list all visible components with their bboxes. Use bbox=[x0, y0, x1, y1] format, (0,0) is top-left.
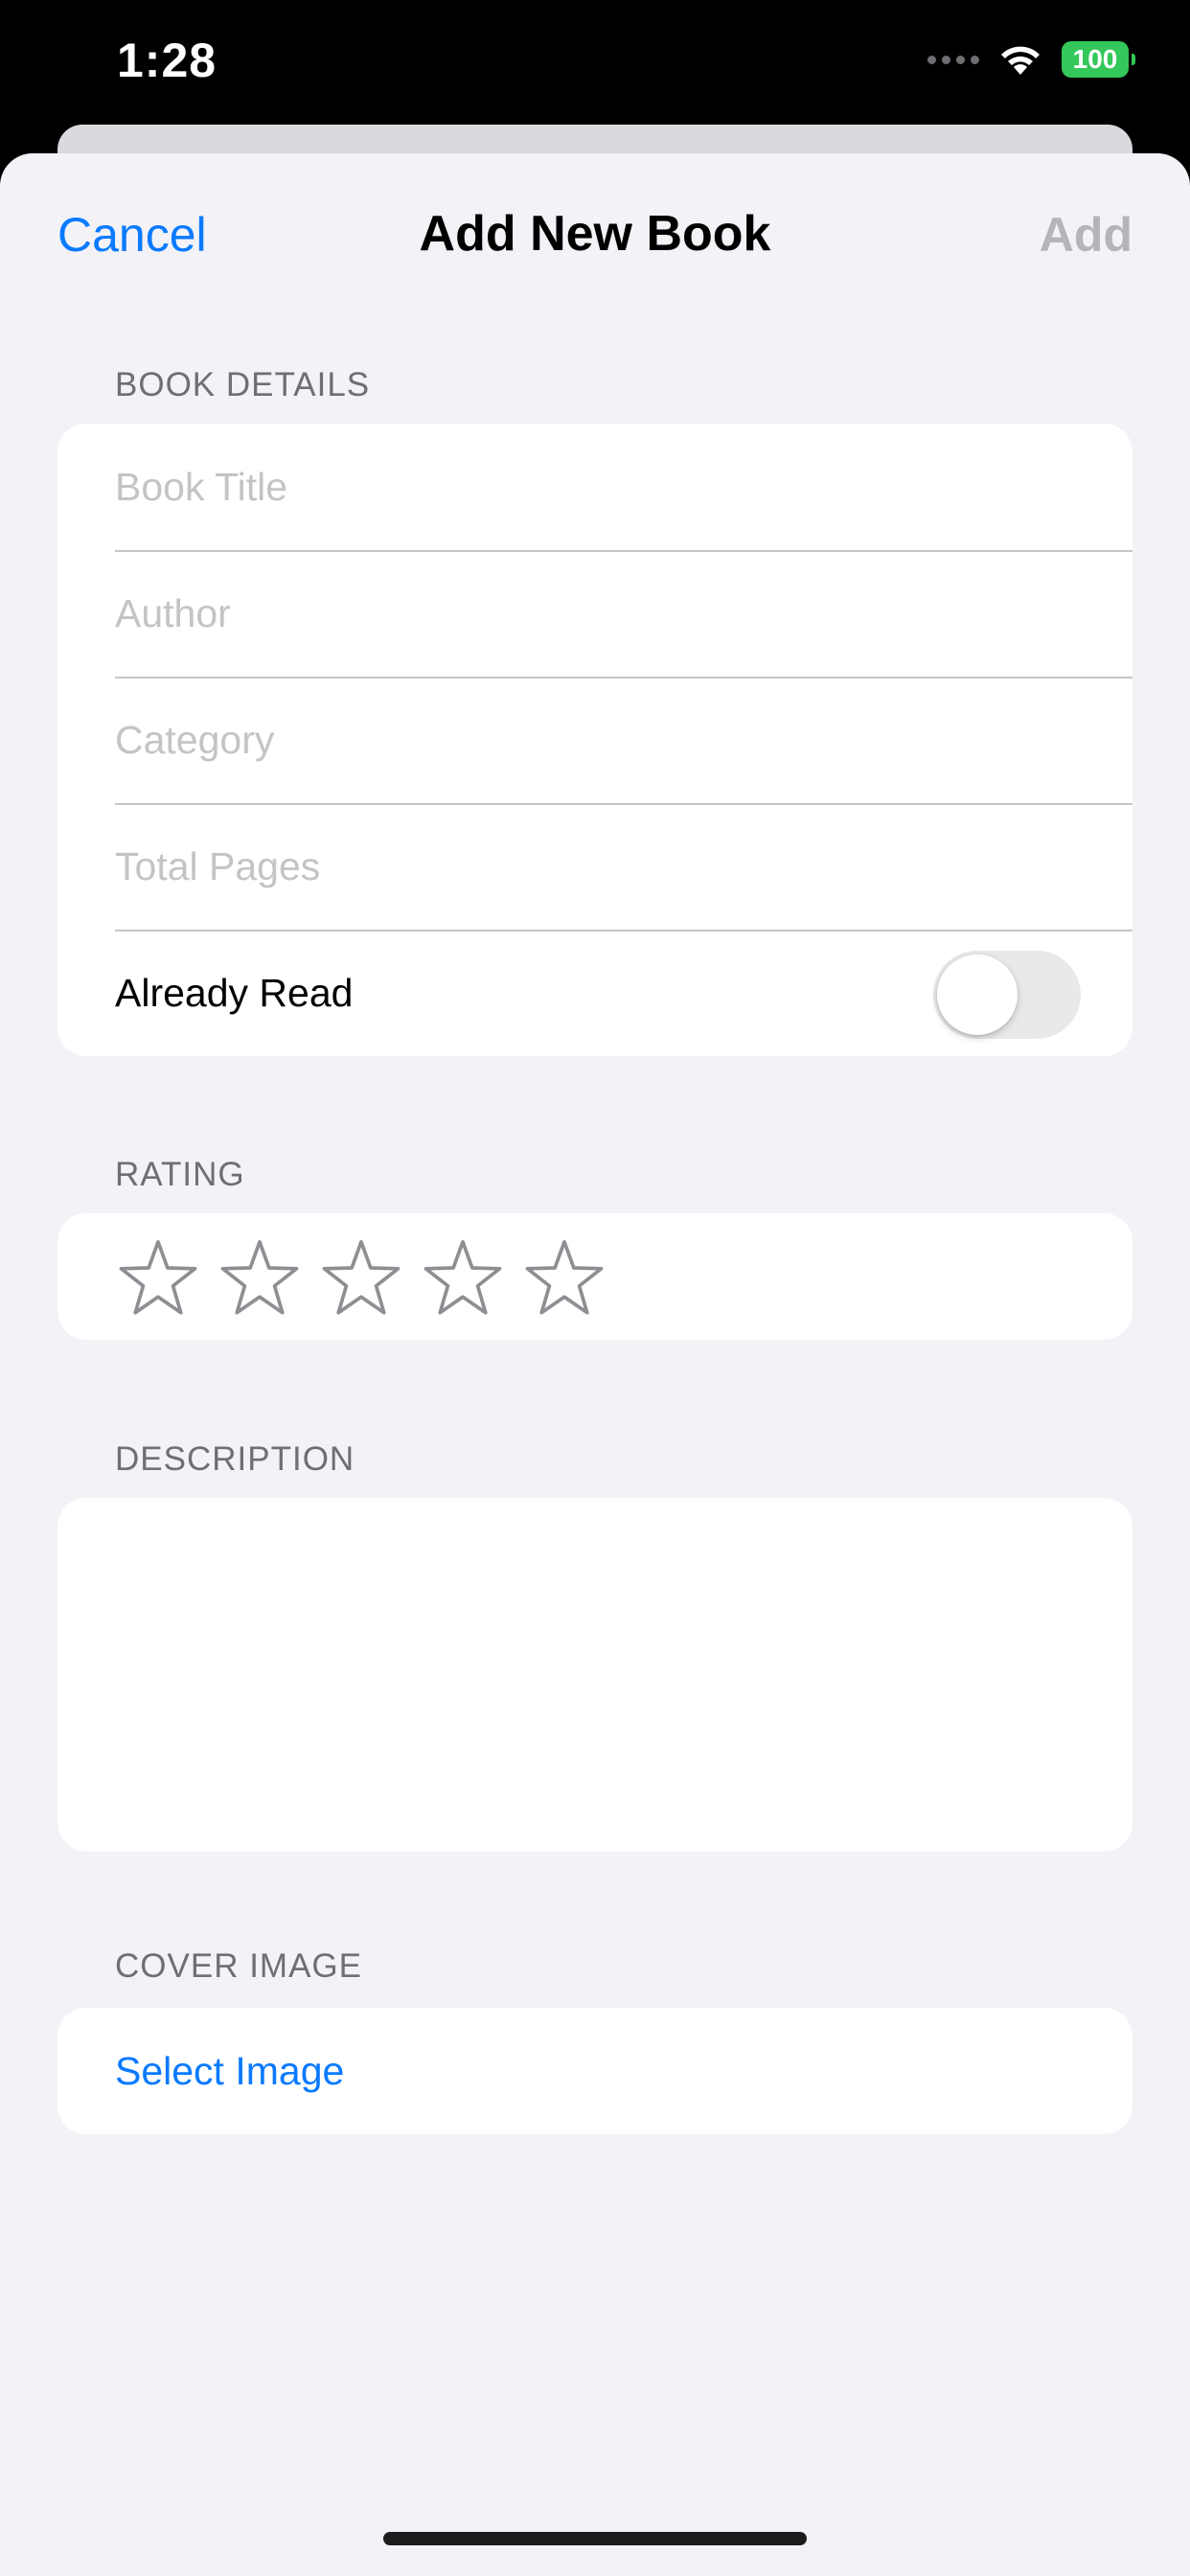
screen: 1:28 100 Cancel Add New Book Add BOOK DE… bbox=[0, 0, 1190, 2576]
already-read-row: Already Read bbox=[57, 930, 1133, 1056]
home-indicator[interactable] bbox=[383, 2532, 807, 2545]
description-textarea[interactable] bbox=[57, 1498, 1133, 1847]
signal-dots-icon bbox=[927, 55, 979, 64]
star-icon-4[interactable] bbox=[423, 1237, 502, 1316]
total-pages-row bbox=[57, 803, 1133, 930]
battery-level: 100 bbox=[1072, 44, 1118, 74]
category-row bbox=[57, 677, 1133, 803]
cover-image-group: Select Image bbox=[57, 2008, 1133, 2134]
section-header-description: DESCRIPTION bbox=[115, 1440, 355, 1478]
category-input[interactable] bbox=[115, 677, 1133, 803]
author-row bbox=[57, 550, 1133, 677]
book-details-group: Already Read bbox=[57, 424, 1133, 1056]
star-icon-2[interactable] bbox=[220, 1237, 299, 1316]
book-title-input[interactable] bbox=[115, 424, 1133, 550]
author-input[interactable] bbox=[115, 550, 1133, 677]
wifi-icon bbox=[1001, 46, 1040, 75]
star-icon-1[interactable] bbox=[119, 1237, 197, 1316]
status-icons: 100 bbox=[927, 38, 1135, 80]
star-icon-5[interactable] bbox=[525, 1237, 604, 1316]
toggle-knob bbox=[937, 954, 1018, 1035]
rating-row bbox=[57, 1213, 1133, 1340]
status-time: 1:28 bbox=[117, 34, 217, 87]
add-book-sheet: Cancel Add New Book Add BOOK DETAILS Alr… bbox=[0, 153, 1190, 2576]
navigation-bar: Cancel Add New Book Add bbox=[0, 153, 1190, 316]
book-title-row bbox=[57, 424, 1133, 550]
page-title: Add New Book bbox=[419, 206, 771, 262]
section-header-rating: RATING bbox=[115, 1156, 245, 1193]
total-pages-input[interactable] bbox=[115, 803, 1133, 930]
add-button[interactable]: Add bbox=[1040, 207, 1133, 263]
already-read-label: Already Read bbox=[115, 970, 354, 1015]
section-header-cover-image: COVER IMAGE bbox=[115, 1947, 362, 1985]
description-group bbox=[57, 1498, 1133, 1852]
star-icon-3[interactable] bbox=[322, 1237, 400, 1316]
section-header-book-details: BOOK DETAILS bbox=[115, 366, 371, 403]
battery-icon: 100 bbox=[1062, 41, 1135, 78]
select-image-button[interactable]: Select Image bbox=[57, 2008, 1133, 2134]
rating-group bbox=[57, 1213, 1133, 1340]
already-read-toggle[interactable] bbox=[933, 951, 1081, 1039]
status-bar: 1:28 100 bbox=[0, 0, 1190, 126]
